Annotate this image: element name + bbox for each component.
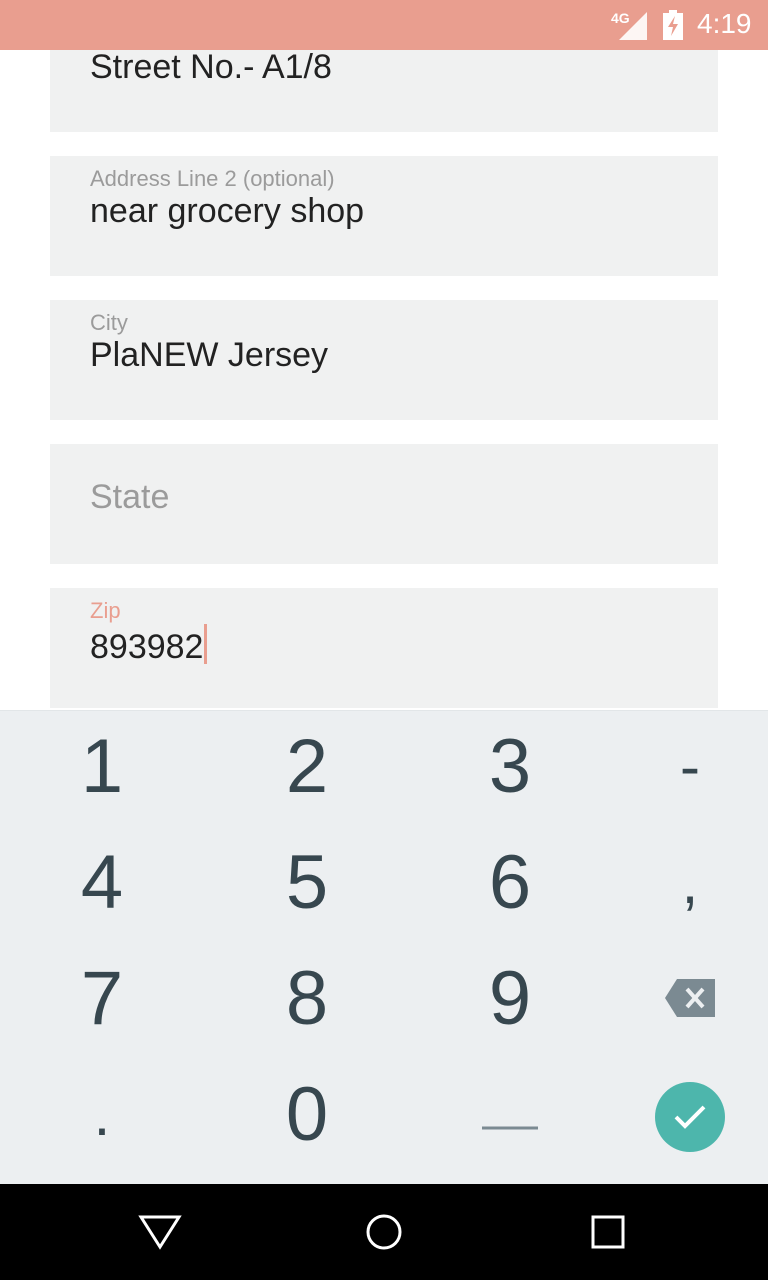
- done-button[interactable]: [655, 1082, 725, 1152]
- key-dash[interactable]: -: [600, 711, 768, 821]
- back-button[interactable]: [130, 1202, 190, 1262]
- key-comma[interactable]: ,: [600, 827, 768, 937]
- status-bar: 4G 4:19: [0, 0, 768, 50]
- address-line-2-value: near grocery shop: [90, 192, 365, 230]
- checkmark-icon: [674, 1105, 706, 1129]
- zip-label: Zip: [90, 598, 121, 623]
- battery-charging-icon: [662, 10, 684, 45]
- key-8[interactable]: 8: [217, 943, 397, 1053]
- address-line-2-field[interactable]: Address Line 2 (optional) near grocery s…: [50, 156, 718, 276]
- numeric-keyboard: 1 2 3 - 4 5 6 , 7 8 9 . 0: [0, 710, 768, 1184]
- navigation-bar: [0, 1184, 768, 1280]
- address-line-1-field[interactable]: Street No.- A1/8: [50, 50, 718, 132]
- recents-button[interactable]: [578, 1202, 638, 1262]
- city-field[interactable]: City PlaNEW Jersey: [50, 300, 718, 420]
- key-7[interactable]: 7: [12, 943, 192, 1053]
- address-line-1-value: Street No.- A1/8: [90, 50, 332, 86]
- key-9[interactable]: 9: [420, 943, 600, 1053]
- address-form: Street No.- A1/8 Address Line 2 (optiona…: [0, 50, 768, 710]
- home-button[interactable]: [354, 1202, 414, 1262]
- zip-field[interactable]: Zip 893982: [50, 588, 718, 708]
- space-icon: [482, 1126, 538, 1130]
- recents-icon: [591, 1215, 625, 1249]
- zip-value: 893982: [90, 624, 208, 667]
- state-placeholder: State: [90, 478, 170, 516]
- state-field[interactable]: State: [50, 444, 718, 564]
- clock: 4:19: [697, 8, 752, 39]
- city-value: PlaNEW Jersey: [90, 336, 329, 374]
- city-label: City: [90, 310, 128, 335]
- zip-value-text: 893982: [90, 628, 204, 666]
- key-0[interactable]: 0: [217, 1059, 397, 1169]
- key-5[interactable]: 5: [217, 827, 397, 937]
- key-2[interactable]: 2: [217, 711, 397, 821]
- key-period[interactable]: .: [12, 1059, 192, 1169]
- home-icon: [366, 1214, 402, 1250]
- key-6[interactable]: 6: [420, 827, 600, 937]
- address-line-2-label: Address Line 2 (optional): [90, 166, 335, 191]
- text-cursor: [204, 624, 208, 664]
- backspace-icon: [665, 979, 715, 1017]
- network-type-label: 4G: [611, 10, 630, 26]
- back-icon: [138, 1215, 182, 1250]
- backspace-key[interactable]: [600, 943, 768, 1053]
- key-4[interactable]: 4: [12, 827, 192, 937]
- space-key[interactable]: [420, 1059, 600, 1169]
- key-1[interactable]: 1: [12, 711, 192, 821]
- key-3[interactable]: 3: [420, 711, 600, 821]
